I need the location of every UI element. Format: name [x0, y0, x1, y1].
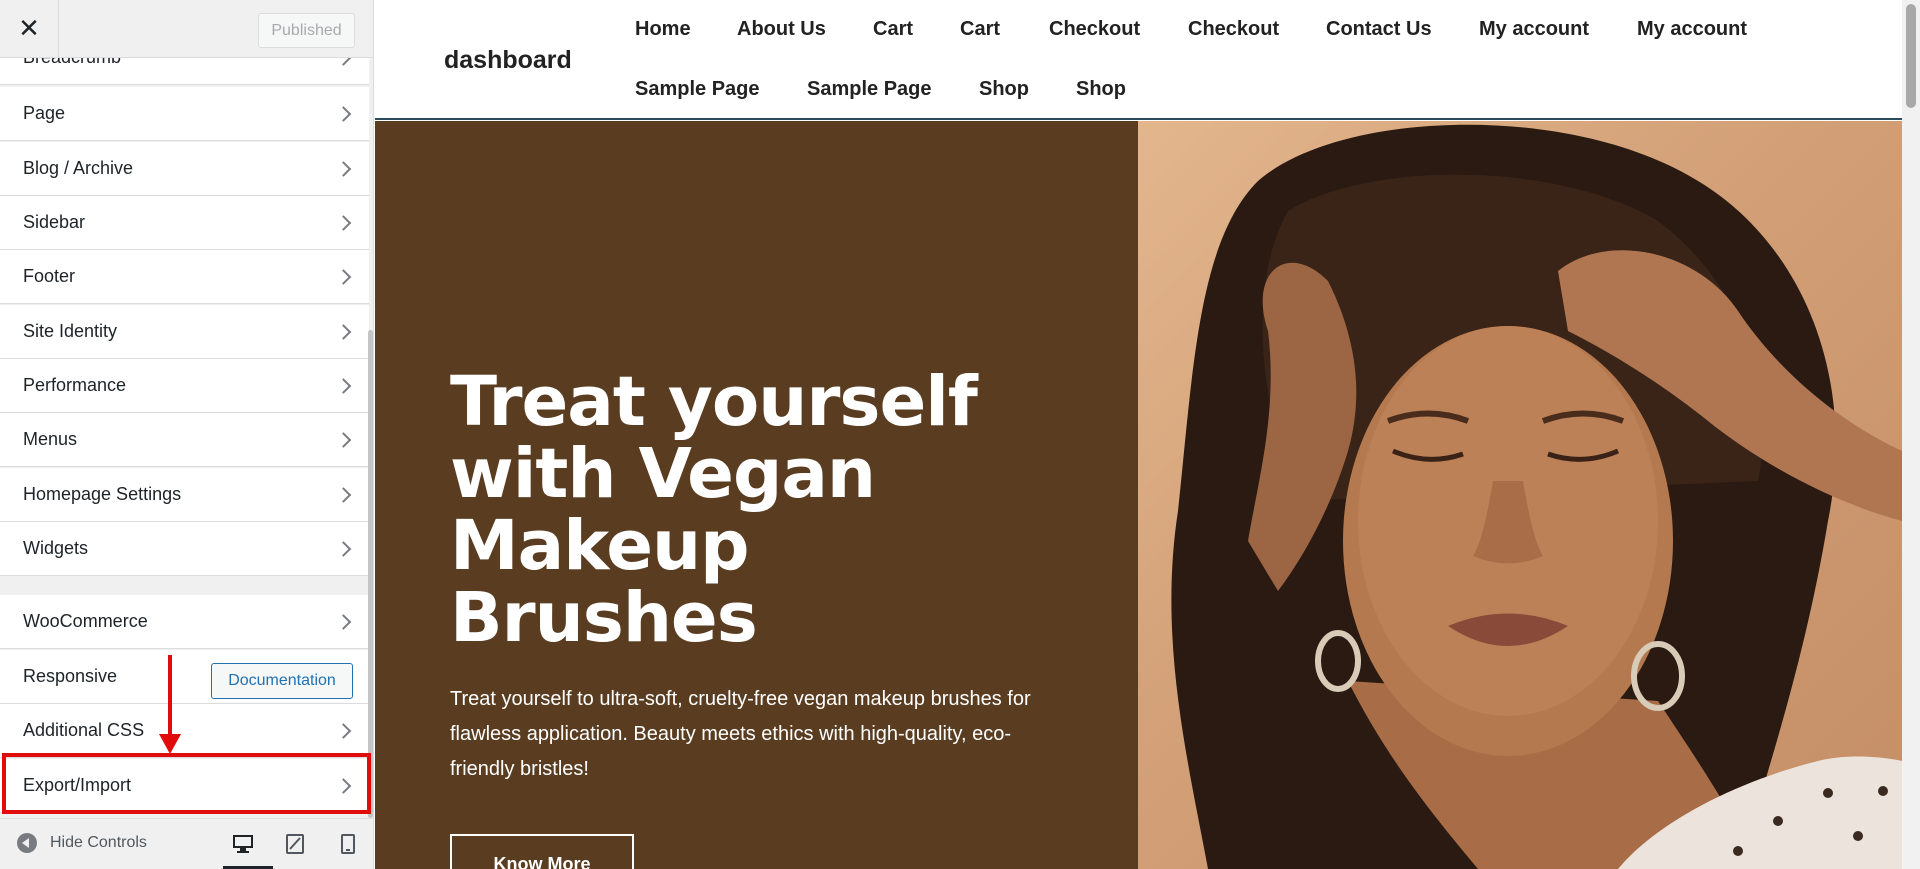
- hero-section: Treat yourself with Vegan Makeup Brushes…: [375, 121, 1902, 869]
- preview-mobile-button[interactable]: [330, 829, 366, 859]
- panel-label: WooCommerce: [23, 611, 148, 631]
- panel-menus[interactable]: Menus: [0, 413, 369, 467]
- site-header: dashboard Home About Us Cart Cart Checko…: [375, 0, 1902, 120]
- chevron-right-icon: [335, 214, 352, 231]
- hero-description: Treat yourself to ultra-soft, cruelty-fr…: [450, 688, 1031, 780]
- nav-sample-page[interactable]: Sample Page: [807, 78, 932, 101]
- sidebar-scrollbar[interactable]: [368, 330, 373, 818]
- nav-sample-page[interactable]: Sample Page: [635, 78, 760, 101]
- nav-checkout[interactable]: Checkout: [1049, 18, 1140, 41]
- panel-widgets[interactable]: Widgets: [0, 522, 369, 576]
- preview-tablet-button[interactable]: [277, 829, 313, 859]
- panel-page[interactable]: Page: [0, 87, 369, 141]
- customizer-sidebar: Breadcrumb Page Blog / Archive Sidebar F…: [0, 0, 374, 869]
- close-customizer-button[interactable]: ✕: [0, 0, 59, 58]
- hero-image: [1138, 121, 1902, 869]
- panel-sidebar[interactable]: Sidebar: [0, 196, 369, 250]
- chevron-right-icon: [335, 323, 352, 340]
- nav-cart[interactable]: Cart: [960, 18, 1000, 41]
- panel-label: Homepage Settings: [23, 484, 182, 504]
- panel-footer[interactable]: Footer: [0, 250, 369, 304]
- annotation-arrow-head: [159, 734, 181, 754]
- site-title[interactable]: dashboard: [444, 46, 572, 75]
- hide-controls-button[interactable]: Hide Controls: [50, 834, 147, 852]
- chevron-right-icon: [335, 540, 352, 557]
- customizer-footer: Hide Controls: [0, 818, 373, 869]
- nav-my-account[interactable]: My account: [1479, 18, 1589, 41]
- chevron-right-icon: [335, 377, 352, 394]
- chevron-right-icon: [335, 160, 352, 177]
- panel-label: Sidebar: [23, 212, 86, 232]
- panel-label: Blog / Archive: [23, 158, 134, 178]
- chevron-right-icon: [335, 431, 352, 448]
- panel-label: Page: [23, 103, 66, 123]
- panel-label: Performance: [23, 375, 127, 395]
- nav-shop[interactable]: Shop: [979, 78, 1029, 101]
- nav-shop[interactable]: Shop: [1076, 78, 1126, 101]
- panel-label: Site Identity: [23, 321, 118, 341]
- panel-label: Additional CSS: [23, 720, 145, 740]
- tablet-icon: [286, 834, 304, 854]
- chevron-right-icon: [335, 486, 352, 503]
- documentation-button[interactable]: Documentation: [211, 663, 353, 699]
- panel-label: Menus: [23, 429, 78, 449]
- panel-additional-css[interactable]: Additional CSS: [0, 704, 369, 758]
- hero-content: Treat yourself with Vegan Makeup Brushes…: [375, 121, 1138, 869]
- site-preview: dashboard Home About Us Cart Cart Checko…: [375, 0, 1902, 869]
- preview-scrollbar[interactable]: [1902, 0, 1920, 869]
- chevron-right-icon: [335, 268, 352, 285]
- panel-performance[interactable]: Performance: [0, 359, 369, 413]
- panel-woocommerce[interactable]: WooCommerce: [0, 595, 369, 649]
- chevron-right-icon: [335, 722, 352, 739]
- nav-about-us[interactable]: About Us: [737, 18, 826, 41]
- know-more-button[interactable]: Know More: [450, 834, 634, 869]
- chevron-right-icon: [335, 105, 352, 122]
- desktop-icon: [233, 835, 253, 853]
- panel-label: Widgets: [23, 538, 89, 558]
- panel-responsive[interactable]: Responsive Documentation: [0, 650, 369, 704]
- panel-blog-archive[interactable]: Blog / Archive: [0, 142, 369, 196]
- annotation-arrow: [168, 655, 172, 737]
- publish-button[interactable]: Published: [258, 13, 355, 48]
- nav-checkout[interactable]: Checkout: [1188, 18, 1279, 41]
- close-icon: ✕: [18, 14, 40, 44]
- nav-my-account[interactable]: My account: [1637, 18, 1747, 41]
- chevron-right-icon: [335, 613, 352, 630]
- nav-cart[interactable]: Cart: [873, 18, 913, 41]
- panel-label: Footer: [23, 266, 76, 286]
- hide-controls-icon[interactable]: [17, 833, 37, 853]
- customizer-header: ✕ Published: [0, 0, 373, 58]
- nav-contact-us[interactable]: Contact Us: [1326, 18, 1432, 41]
- preview-desktop-button[interactable]: [223, 829, 273, 869]
- annotation-highlight-box: [2, 753, 371, 814]
- panel-homepage-settings[interactable]: Homepage Settings: [0, 468, 369, 522]
- hero-title: Treat yourself with Vegan Makeup Brushes: [450, 362, 978, 658]
- preview-scrollbar-thumb[interactable]: [1906, 4, 1916, 108]
- panel-site-identity[interactable]: Site Identity: [0, 305, 369, 359]
- nav-home[interactable]: Home: [635, 18, 691, 41]
- mobile-icon: [341, 834, 355, 854]
- panel-label: Responsive: [23, 666, 118, 686]
